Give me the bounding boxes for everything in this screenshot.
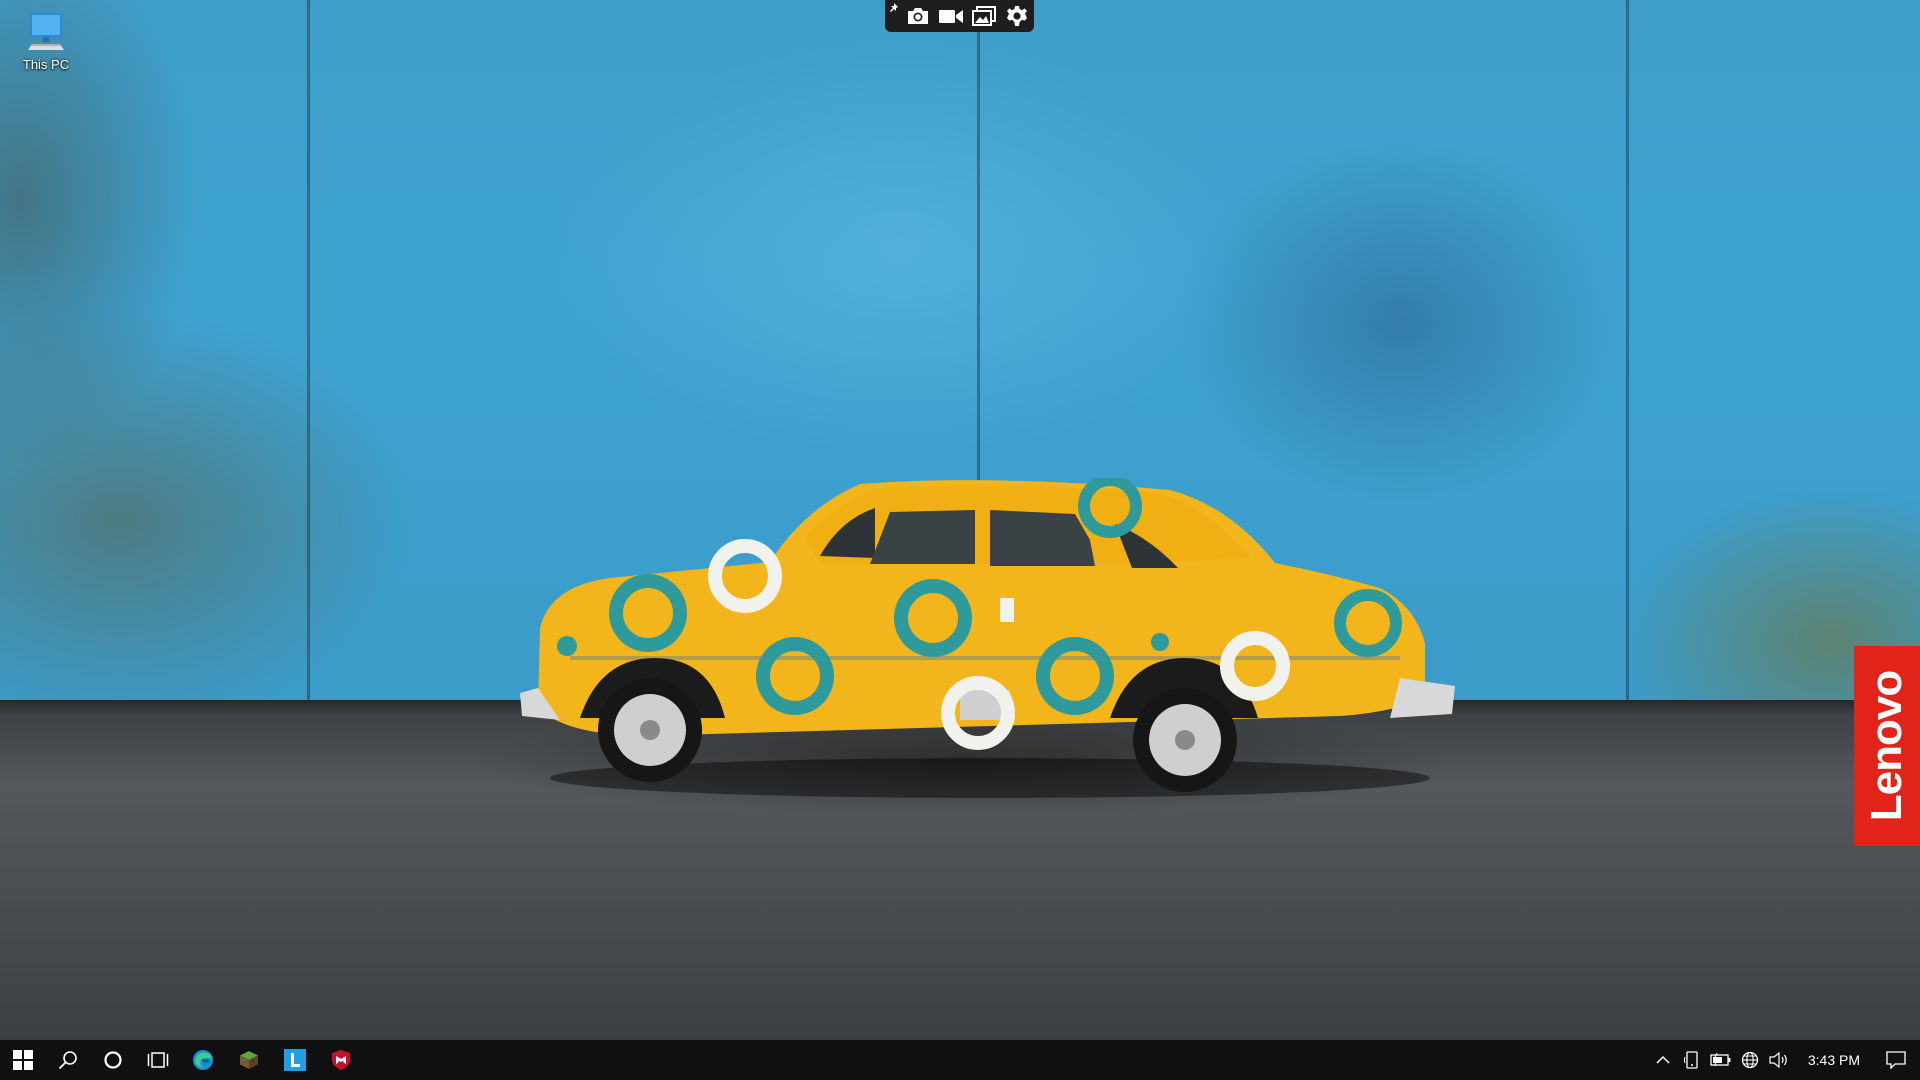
taskbar-clock[interactable]: 3:43 PM bbox=[1794, 1040, 1872, 1080]
screen-capture-toolbar bbox=[885, 0, 1034, 32]
desktop-icon-label: This PC bbox=[22, 57, 70, 72]
tablet-icon[interactable] bbox=[1678, 1040, 1707, 1080]
desktop-wallpaper bbox=[0, 0, 1920, 1040]
cortana-icon[interactable] bbox=[90, 1040, 135, 1080]
volume-icon[interactable] bbox=[1765, 1040, 1794, 1080]
lenovo-vantage-icon[interactable] bbox=[272, 1040, 318, 1080]
wall-seam bbox=[307, 0, 310, 712]
gallery-icon[interactable] bbox=[967, 0, 1000, 32]
task-view-icon[interactable] bbox=[135, 1040, 180, 1080]
yellow-car-image bbox=[520, 478, 1455, 798]
lenovo-logo-text: Lenovo bbox=[1862, 670, 1912, 822]
lenovo-brand-tab: Lenovo bbox=[1854, 646, 1920, 846]
windows-start-icon[interactable] bbox=[0, 1040, 45, 1080]
minecraft-icon[interactable] bbox=[226, 1040, 272, 1080]
video-camera-icon[interactable] bbox=[934, 0, 967, 32]
computer-icon bbox=[24, 10, 68, 54]
notification-icon[interactable] bbox=[1872, 1040, 1920, 1080]
camera-icon[interactable] bbox=[901, 0, 934, 32]
edge-icon[interactable] bbox=[180, 1040, 226, 1080]
globe-network-icon[interactable] bbox=[1736, 1040, 1765, 1080]
mcafee-icon[interactable] bbox=[318, 1040, 364, 1080]
gear-icon[interactable] bbox=[1000, 0, 1033, 32]
desktop-icon-this-pc[interactable]: This PC bbox=[14, 10, 78, 90]
taskbar: 3:43 PM bbox=[0, 1040, 1920, 1080]
chevron-up-icon[interactable] bbox=[1649, 1040, 1678, 1080]
system-tray: 3:43 PM bbox=[1649, 1040, 1920, 1080]
search-icon[interactable] bbox=[45, 1040, 90, 1080]
battery-icon[interactable] bbox=[1707, 1040, 1736, 1080]
pin-icon[interactable] bbox=[889, 0, 901, 32]
wall-seam bbox=[1626, 0, 1629, 712]
